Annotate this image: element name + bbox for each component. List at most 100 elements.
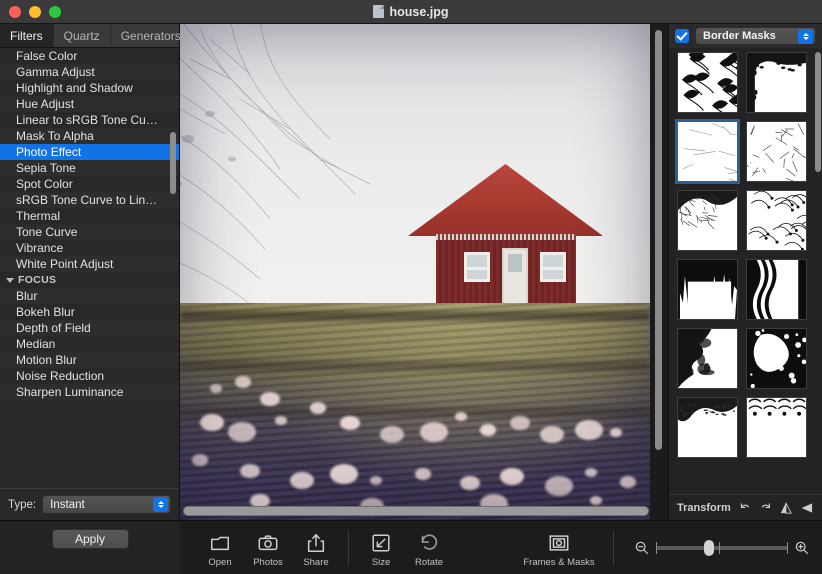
open-label: Open — [208, 556, 232, 568]
filter-item[interactable]: Blur — [0, 288, 179, 304]
filter-item[interactable]: White Point Adjust — [0, 256, 179, 272]
image-canvas[interactable] — [180, 24, 668, 520]
mask-thumbnail[interactable] — [746, 397, 807, 458]
mask-thumbnail[interactable] — [746, 52, 807, 113]
filter-type-select[interactable]: Instant — [42, 495, 171, 514]
tool-buttons: Open Photos Share Size Rotate Frames & M… — [180, 521, 622, 574]
flip-vertical-icon[interactable] — [779, 501, 793, 515]
mask-thumbnail[interactable] — [675, 119, 740, 184]
filter-item[interactable]: Photo Effect — [0, 144, 179, 160]
rotate-icon — [421, 533, 438, 550]
filter-item[interactable]: Bokeh Blur — [0, 304, 179, 320]
frames-masks-button[interactable]: Frames & Masks — [513, 528, 605, 568]
filter-item[interactable]: Tone Curve — [0, 224, 179, 240]
apply-button[interactable]: Apply — [51, 529, 129, 549]
mask-thumbnail[interactable] — [746, 121, 807, 182]
filter-list[interactable]: False Color Gamma Adjust Highlight and Sha… — [0, 48, 179, 488]
mask-grid-scrollbar[interactable] — [815, 52, 821, 172]
page-title: house.jpg — [389, 4, 449, 19]
filter-list-scrollbar[interactable] — [170, 132, 176, 194]
chevron-down-icon[interactable] — [6, 277, 14, 283]
filter-item[interactable]: False Color — [0, 48, 179, 64]
thin-branches-mask — [747, 123, 806, 181]
light-scratches-mask — [682, 123, 737, 181]
dense-twigs-mask — [678, 191, 737, 230]
title-bar: house.jpg — [0, 0, 822, 24]
zoom-out-icon[interactable] — [634, 540, 650, 556]
cotton-grass-bloom — [575, 420, 603, 441]
filter-item[interactable]: Motion Blur — [0, 352, 179, 368]
arc-pattern-mask — [747, 398, 806, 457]
filter-item[interactable]: Highlight and Shadow — [0, 80, 179, 96]
share-label: Share — [303, 556, 329, 568]
close-button[interactable] — [9, 5, 21, 18]
rotate-button[interactable]: Rotate — [405, 528, 453, 568]
filter-item[interactable]: Depth of Field — [0, 320, 179, 336]
filter-item[interactable]: Mask To Alpha — [0, 128, 179, 144]
filter-item[interactable]: Noise Reduction — [0, 368, 179, 384]
mask-thumbnail[interactable] — [746, 259, 807, 320]
torn-paint-strokes-mask — [678, 260, 737, 319]
zoom-slider[interactable] — [656, 539, 788, 556]
cotton-grass-bloom — [310, 402, 326, 414]
filter-item[interactable]: Thermal — [0, 208, 179, 224]
resize-icon — [372, 533, 390, 552]
rotate-left-icon[interactable] — [738, 501, 752, 515]
app-window: house.jpg Filters Quartz Generators False … — [0, 0, 822, 574]
cotton-grass-bloom — [545, 476, 573, 497]
mask-thumbnail-scroll[interactable] — [669, 48, 822, 494]
size-button[interactable]: Size — [357, 528, 405, 568]
chevron-updown-icon[interactable] — [153, 497, 168, 512]
tab-quartz[interactable]: Quartz — [54, 24, 111, 47]
canvas-horizontal-scrollbar[interactable] — [183, 506, 649, 516]
share-icon — [307, 533, 325, 552]
filter-item[interactable]: sRGB Tone Curve to Lin… — [0, 192, 179, 208]
canvas-vertical-scrollbar[interactable] — [655, 30, 662, 450]
mask-thumbnail[interactable] — [677, 190, 738, 251]
share-button[interactable]: Share — [292, 528, 340, 568]
eave-trim — [436, 234, 576, 240]
cotton-grass-bloom — [610, 428, 622, 437]
apply-zone: Apply — [0, 521, 180, 574]
masks-enabled-checkbox[interactable] — [675, 29, 689, 43]
frame-icon — [549, 534, 569, 551]
cotton-grass-bloom — [235, 376, 251, 388]
filter-group-focus[interactable]: FOCUS — [0, 272, 179, 288]
main-body: Filters Quartz Generators False Color Gamma… — [0, 24, 822, 520]
filter-item[interactable]: Median — [0, 336, 179, 352]
mask-thumbnail[interactable] — [677, 397, 738, 458]
masks-header: Border Masks — [669, 24, 822, 48]
rotate-right-icon[interactable] — [759, 501, 773, 515]
filter-item[interactable]: Sepia Tone — [0, 160, 179, 176]
window-title-group: house.jpg — [0, 5, 822, 19]
filter-item[interactable]: Vibrance — [0, 240, 179, 256]
chevron-updown-icon[interactable] — [798, 29, 813, 44]
open-button[interactable]: Open — [196, 528, 244, 568]
minimize-button[interactable] — [29, 5, 41, 18]
mask-thumbnail[interactable] — [677, 328, 738, 389]
filter-type-row: Type: Instant — [0, 488, 179, 520]
cotton-grass-bloom — [192, 454, 208, 466]
mask-thumbnail[interactable] — [677, 259, 738, 320]
filter-item[interactable]: Linear to sRGB Tone Cu… — [0, 112, 179, 128]
mask-category-value: Border Masks — [703, 30, 776, 42]
photo-preview — [180, 24, 650, 520]
mask-thumbnail[interactable] — [746, 328, 807, 389]
photos-button[interactable]: Photos — [244, 528, 292, 568]
tab-filters[interactable]: Filters — [0, 24, 54, 47]
filter-item[interactable]: Sharpen Luminance — [0, 384, 179, 400]
filter-item[interactable]: Gamma Adjust — [0, 64, 179, 80]
zoom-slider-thumb[interactable] — [703, 539, 714, 556]
mask-thumbnail[interactable] — [677, 52, 738, 113]
mask-category-select[interactable]: Border Masks — [695, 27, 816, 45]
folder-icon — [211, 536, 229, 550]
cotton-grass-bloom — [210, 384, 222, 393]
filter-item[interactable]: Hue Adjust — [0, 96, 179, 112]
window-left — [464, 252, 490, 282]
zoom-in-icon[interactable] — [794, 540, 810, 556]
flip-horizontal-icon[interactable] — [800, 501, 814, 515]
mask-thumbnail[interactable] — [746, 190, 807, 251]
camera-icon — [258, 534, 278, 550]
zoom-button[interactable] — [49, 5, 61, 18]
filter-item[interactable]: Spot Color — [0, 176, 179, 192]
